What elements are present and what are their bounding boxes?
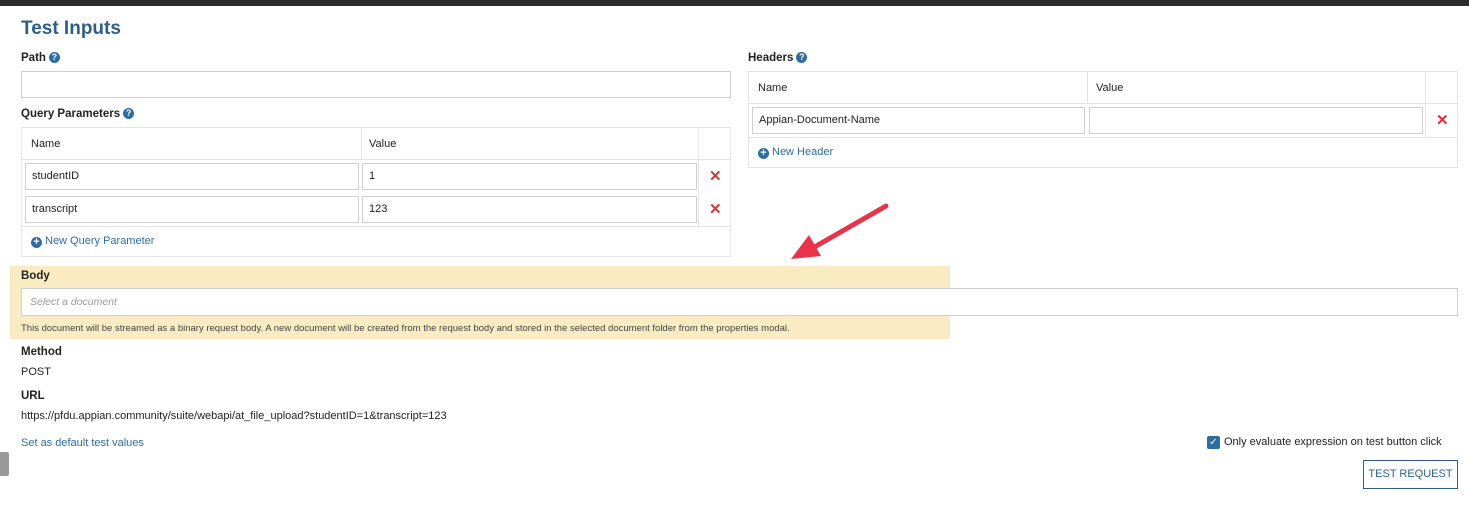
body-label: Body xyxy=(21,270,50,282)
body-help-text: This document will be streamed as a bina… xyxy=(21,323,790,334)
grid-divider xyxy=(749,103,1457,104)
column-header-name: Name xyxy=(31,138,61,150)
grid-divider xyxy=(1425,72,1426,137)
query-parameters-label: Query Parameters xyxy=(21,108,121,120)
query-parameters-label-group: Query Parameters? xyxy=(21,108,135,120)
grid-divider xyxy=(1087,72,1088,103)
query-param-value-input[interactable]: 1 xyxy=(362,163,697,190)
delete-icon[interactable]: ✕ xyxy=(1436,113,1449,128)
query-param-name-input[interactable]: studentID xyxy=(25,163,359,190)
new-header-label: New Header xyxy=(772,146,834,158)
arrow-annotation-icon xyxy=(791,203,889,259)
delete-icon[interactable]: ✕ xyxy=(709,169,722,184)
headers-label-group: Headers? xyxy=(748,52,808,64)
header-name-input[interactable]: Appian-Document-Name xyxy=(752,107,1085,134)
header-value-input[interactable] xyxy=(1089,107,1423,134)
path-input[interactable] xyxy=(21,71,731,98)
test-request-button[interactable]: TEST REQUEST xyxy=(1363,460,1458,489)
column-header-name: Name xyxy=(758,82,788,94)
evaluate-on-click-checkbox[interactable]: ✓ xyxy=(1207,436,1220,449)
document-picker-input[interactable]: Select a document xyxy=(21,288,1458,316)
side-collapse-handle[interactable] xyxy=(0,452,9,476)
delete-icon[interactable]: ✕ xyxy=(709,202,722,217)
grid-divider xyxy=(749,137,1457,138)
help-icon[interactable]: ? xyxy=(48,52,60,64)
set-default-test-values-link[interactable]: Set as default test values xyxy=(21,437,144,449)
top-bar xyxy=(0,0,1469,6)
add-icon: + xyxy=(31,237,42,248)
new-query-parameter-label: New Query Parameter xyxy=(45,235,155,247)
query-param-value-input[interactable]: 123 xyxy=(362,196,697,223)
url-value: https://pfdu.appian.community/suite/weba… xyxy=(21,410,447,422)
url-label: URL xyxy=(21,390,45,402)
query-parameters-grid: Name Value studentID 1 ✕ transcript 123 … xyxy=(21,127,731,257)
help-icon[interactable]: ? xyxy=(123,108,135,120)
new-query-parameter-link[interactable]: + New Query Parameter xyxy=(31,235,154,248)
headers-label: Headers xyxy=(748,52,794,64)
grid-divider xyxy=(698,128,699,226)
page-title: Test Inputs xyxy=(21,18,121,39)
column-header-value: Value xyxy=(1096,82,1124,94)
add-icon: + xyxy=(758,148,769,159)
grid-divider xyxy=(22,159,730,160)
grid-divider xyxy=(22,226,730,227)
column-header-value: Value xyxy=(369,138,397,150)
headers-grid: Name Value Appian-Document-Name ✕ + New H… xyxy=(748,71,1458,168)
path-label-group: Path? xyxy=(21,52,60,64)
method-value: POST xyxy=(21,366,51,378)
evaluate-on-click-label[interactable]: Only evaluate expression on test button … xyxy=(1224,436,1442,448)
query-param-name-input[interactable]: transcript xyxy=(25,196,359,223)
new-header-link[interactable]: + New Header xyxy=(758,146,833,159)
grid-divider xyxy=(361,128,362,159)
method-label: Method xyxy=(21,346,62,358)
path-label: Path xyxy=(21,52,46,64)
help-icon[interactable]: ? xyxy=(796,52,808,64)
